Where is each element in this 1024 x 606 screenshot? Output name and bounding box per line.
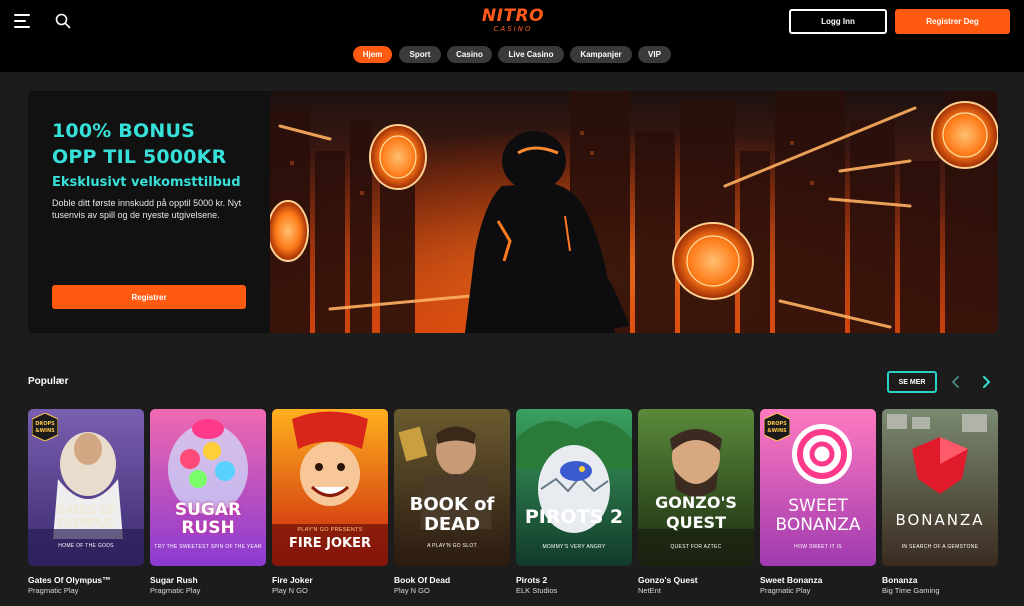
promo-text-panel: 100% BONUS OPP TIL 5000KR Eksklusivt vel… — [28, 91, 270, 333]
game-provider: Pragmatic Play — [150, 586, 201, 595]
nav-tab-hjem[interactable]: Hjem — [353, 46, 392, 63]
promo-register-button[interactable]: Registrer — [52, 285, 246, 309]
game-logo-text: GATES OF OLYMPUS — [56, 503, 116, 530]
game-title[interactable]: Pirots 2 — [516, 575, 632, 585]
game-card[interactable]: BONANZA IN SEARCH OF A GEMSTONE Bonanza … — [882, 409, 998, 595]
section-title-popular: Populær — [28, 376, 69, 387]
game-provider: Play N GO — [394, 586, 430, 595]
logo-text: NITRO — [481, 6, 545, 26]
game-logo-text: SWEET BONANZA — [775, 496, 861, 535]
game-logo-text: PIROTS 2 — [524, 506, 624, 528]
game-tagline: HOW SWEET IT IS — [794, 544, 842, 550]
game-title[interactable]: Fire Joker — [272, 575, 388, 585]
promo-description: Doble ditt første innskudd på opptil 500… — [52, 198, 242, 220]
see-more-button[interactable]: SE MER — [887, 371, 937, 393]
svg-text:DROPS: DROPS — [767, 421, 787, 427]
game-tagline: MOMMY'S VERY ANGRY — [542, 544, 606, 550]
game-card[interactable]: DROPS &WINS SWEET BONANZA HOW SWEET IT I… — [760, 409, 876, 595]
nitro-casino-logo[interactable]: NITRO CASINO — [478, 8, 548, 34]
game-tagline: HOME OF THE GODS — [58, 543, 114, 549]
promo-subheadline: Eksklusivt velkomsttilbud — [52, 175, 241, 190]
game-card[interactable]: GONZO'S QUEST QUEST FOR AZTEC Gonzo's Qu… — [638, 409, 754, 595]
drops-and-wins-badge: DROPS &WINS — [764, 413, 790, 441]
drops-and-wins-badge: DROPS &WINS — [32, 413, 58, 441]
cyber-rider-illustration — [270, 91, 998, 333]
game-title[interactable]: Book Of Dead — [394, 575, 510, 585]
game-thumbnail[interactable]: SUGAR RUSH TRY THE SWEETEST SPIN OF THE … — [150, 409, 266, 566]
game-logo-text: FIRE JOKER — [289, 536, 371, 551]
game-card[interactable]: PIROTS 2 MOMMY'S VERY ANGRY Pirots 2 ELK… — [516, 409, 632, 595]
logo-subtext: CASINO — [493, 25, 533, 33]
game-title[interactable]: Gonzo's Quest — [638, 575, 754, 585]
svg-text:&WINS: &WINS — [767, 428, 787, 434]
game-thumbnail[interactable]: DROPS &WINS GATES OF OLYMPUS HOME OF THE… — [28, 409, 144, 566]
game-card[interactable]: BOOK of DEAD A PLAY'N GO SLOT Book Of De… — [394, 409, 510, 595]
nav-tab-live-casino[interactable]: Live Casino — [498, 46, 564, 63]
game-tagline: QUEST FOR AZTEC — [670, 544, 722, 550]
main-nav: Hjem Sport Casino Live Casino Kampanjer … — [0, 46, 1024, 64]
game-title[interactable]: Bonanza — [882, 575, 998, 585]
svg-text:DROPS: DROPS — [35, 421, 55, 427]
svg-text:&WINS: &WINS — [35, 428, 55, 434]
game-thumbnail[interactable]: PLAY'N GO PRESENTS FIRE JOKER — [272, 409, 388, 566]
promo-banner[interactable]: 100% BONUS OPP TIL 5000KR Eksklusivt vel… — [28, 91, 998, 333]
game-logo-text: SUGAR RUSH — [174, 500, 242, 538]
promo-headline-line-2: OPP TIL 5000KR — [52, 146, 227, 168]
nav-tab-vip[interactable]: VIP — [638, 46, 671, 63]
game-card[interactable]: SUGAR RUSH TRY THE SWEETEST SPIN OF THE … — [150, 409, 266, 595]
search-icon[interactable] — [55, 13, 71, 29]
top-header: NITRO CASINO Logg Inn Registrer Deg Hjem… — [0, 0, 1024, 72]
game-card[interactable]: PLAY'N GO PRESENTS FIRE JOKER Fire Joker… — [272, 409, 388, 595]
promo-headline-line-1: 100% BONUS — [52, 120, 195, 142]
game-logo-text: BONANZA — [895, 511, 985, 529]
register-button[interactable]: Registrer Deg — [895, 9, 1010, 34]
game-tagline: TRY THE SWEETEST SPIN OF THE YEAR — [154, 544, 262, 550]
nav-tab-sport[interactable]: Sport — [399, 46, 441, 63]
game-tagline: A PLAY'N GO SLOT — [427, 543, 477, 549]
game-title[interactable]: Sweet Bonanza — [760, 575, 876, 585]
game-card[interactable]: DROPS &WINS GATES OF OLYMPUS HOME OF THE… — [28, 409, 144, 595]
game-logo-text: GONZO'S QUEST — [655, 493, 737, 532]
menu-icon[interactable] — [14, 14, 30, 28]
game-thumbnail[interactable]: BONANZA IN SEARCH OF A GEMSTONE — [882, 409, 998, 566]
login-button[interactable]: Logg Inn — [789, 9, 887, 34]
game-provider: NetEnt — [638, 586, 661, 595]
game-title[interactable]: Gates Of Olympus™ — [28, 575, 144, 585]
nav-tab-kampanjer[interactable]: Kampanjer — [570, 46, 632, 63]
game-title[interactable]: Sugar Rush — [150, 575, 266, 585]
game-provider: Pragmatic Play — [28, 586, 79, 595]
game-thumbnail[interactable]: BOOK of DEAD A PLAY'N GO SLOT — [394, 409, 510, 566]
game-provider: Big Time Gaming — [882, 586, 940, 595]
game-thumbnail[interactable]: GONZO'S QUEST QUEST FOR AZTEC — [638, 409, 754, 566]
game-logo-text: BOOK of DEAD — [409, 494, 495, 535]
game-thumbnail[interactable]: PIROTS 2 MOMMY'S VERY ANGRY — [516, 409, 632, 566]
chevron-left-icon[interactable] — [948, 374, 964, 390]
game-thumbnail[interactable]: DROPS &WINS SWEET BONANZA HOW SWEET IT I… — [760, 409, 876, 566]
chevron-right-icon[interactable] — [978, 374, 994, 390]
game-provider: ELK Studios — [516, 586, 558, 595]
game-tagline: IN SEARCH OF A GEMSTONE — [901, 544, 979, 550]
game-provider: Pragmatic Play — [760, 586, 811, 595]
promo-headline: 100% BONUS OPP TIL 5000KR — [52, 118, 226, 170]
nav-tab-casino[interactable]: Casino — [447, 46, 492, 63]
game-provider: Play N GO — [272, 586, 308, 595]
game-tagline: PLAY'N GO PRESENTS — [297, 527, 363, 533]
